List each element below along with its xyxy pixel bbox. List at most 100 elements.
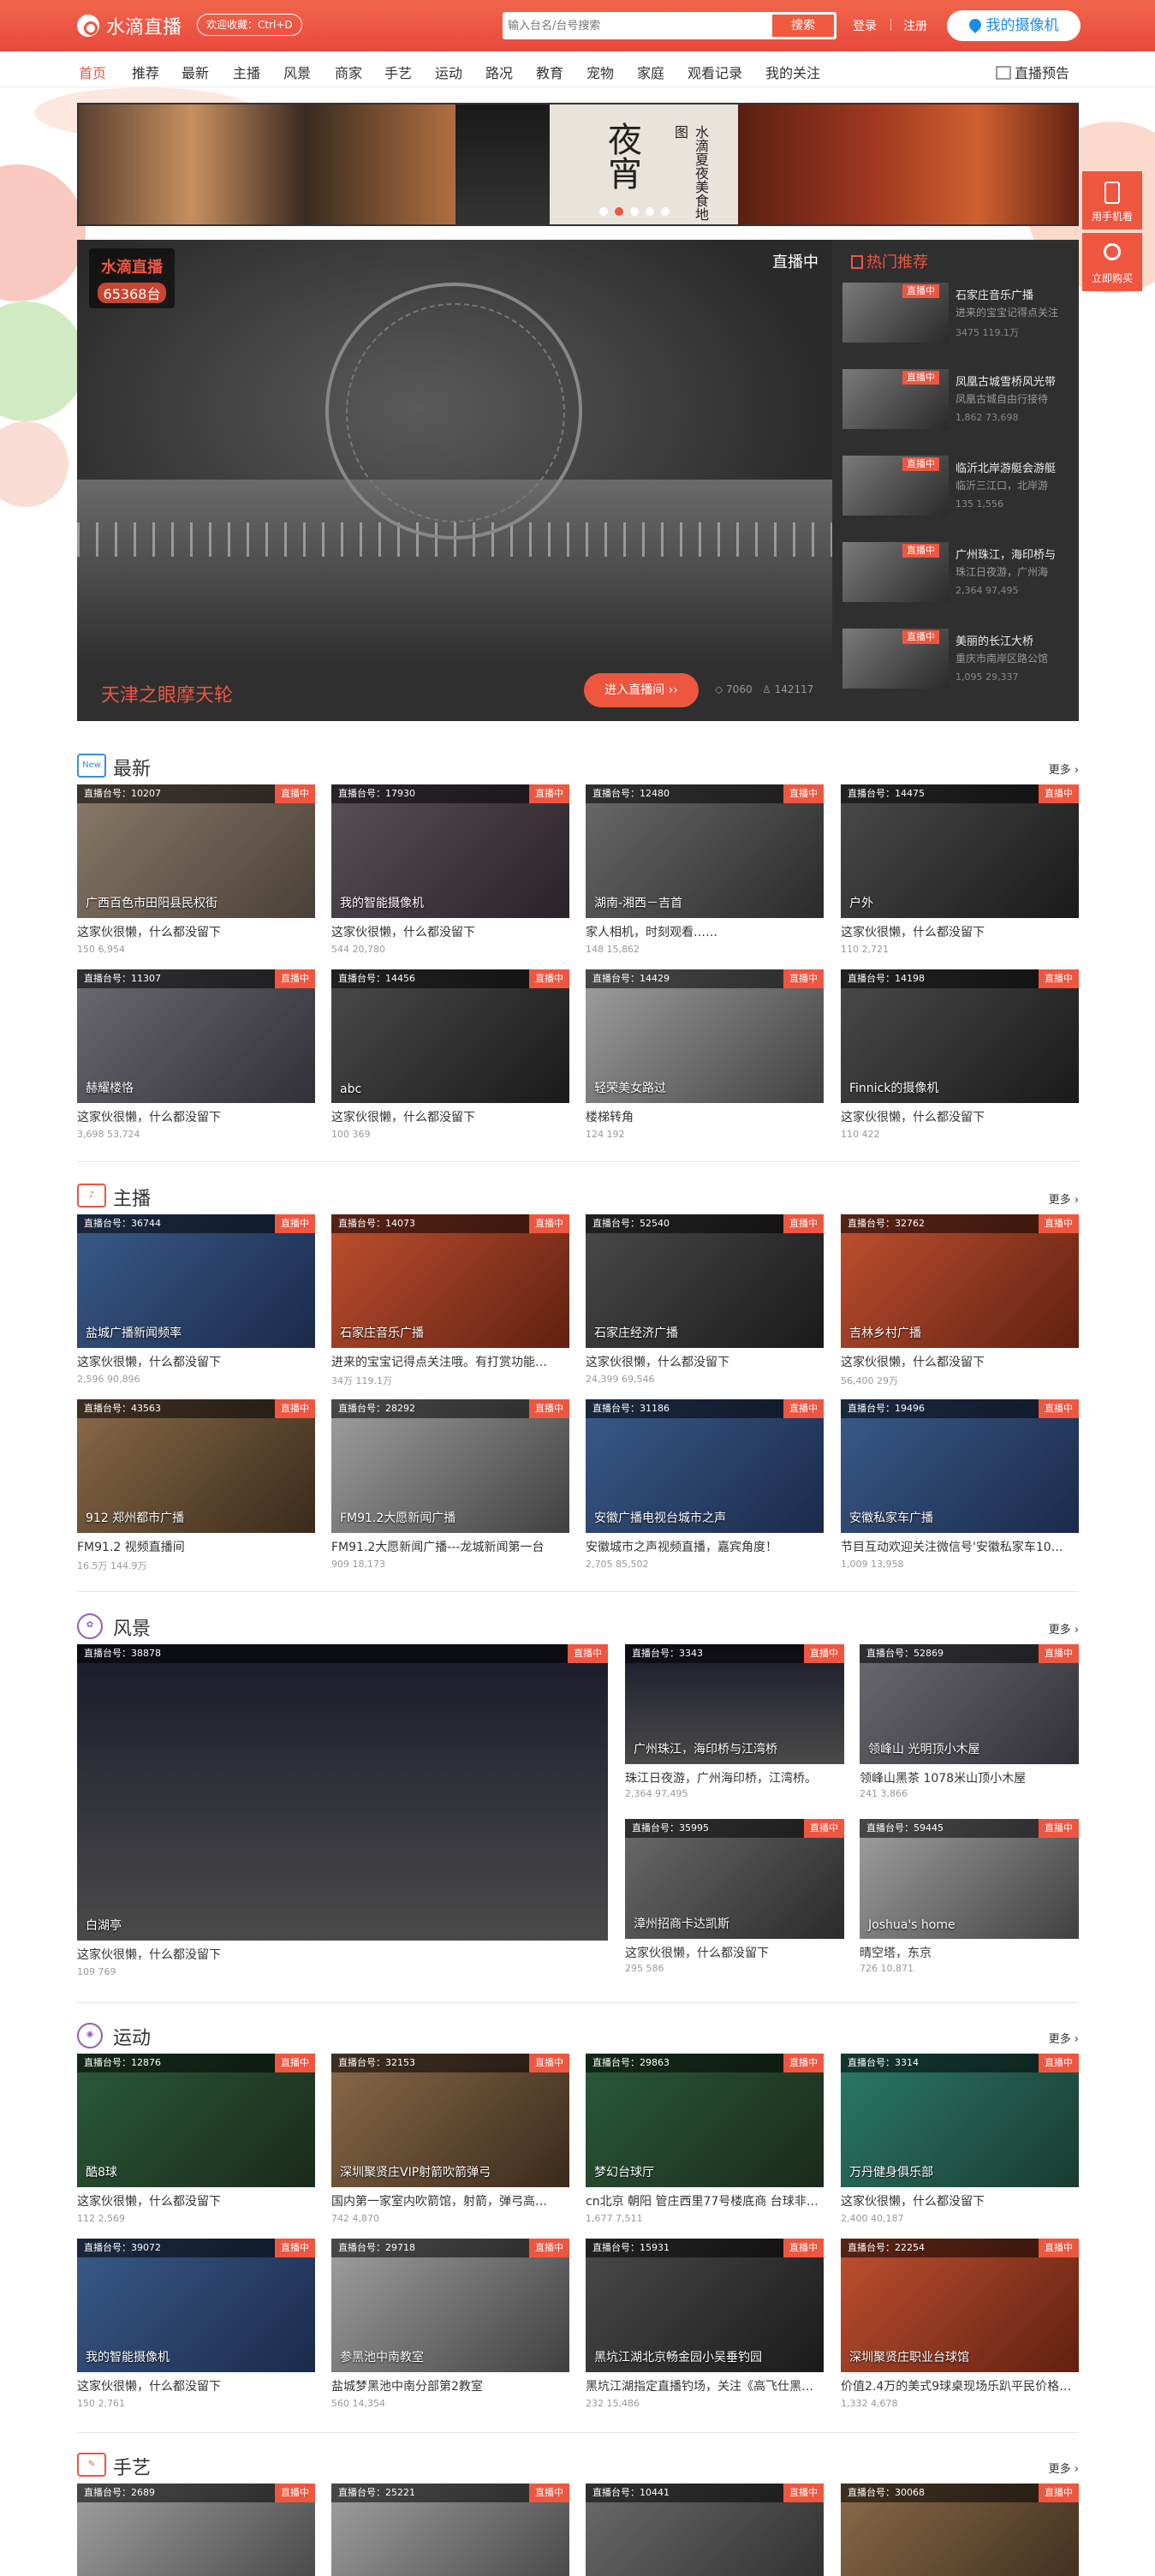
live-preview-link[interactable]: 直播预告 <box>996 62 1069 82</box>
search-button[interactable]: 搜索 <box>772 15 834 37</box>
nav-item-scenery[interactable]: 风景 <box>283 62 311 82</box>
stream-name: 安徽广播电视台城市之声 <box>594 1512 726 1525</box>
stream-thumbnail: 直播台号：2689 直播中 <box>77 2484 315 2576</box>
more-link[interactable]: 更多 › <box>1049 760 1079 777</box>
stream-thumbnail: 直播台号：52540 直播中 石家庄经济广播 <box>586 1214 824 1348</box>
stream-desc: 这家伙很懒，什么都没留下 <box>77 1948 221 1962</box>
logo[interactable]: 水滴直播 <box>77 10 182 41</box>
hot-item-stats: 3475 119.1万 <box>956 327 1019 338</box>
section-title: 手艺 <box>113 2458 152 2479</box>
live-badge: 直播中 <box>275 784 315 803</box>
nav-item-home[interactable]: 首页 <box>79 62 106 82</box>
more-link[interactable]: 更多 › <box>1049 1620 1079 1637</box>
nav-item-history[interactable]: 观看记录 <box>688 62 742 82</box>
mobile-watch-button[interactable]: 用手机看 <box>1082 171 1142 230</box>
hot-item-desc: 重庆市南岸区路公馆 <box>956 653 1049 665</box>
search-input[interactable] <box>508 15 756 37</box>
hot-item[interactable]: 直播中 凤凰古城雪桥风光带 凤凰古城自由行接待 1,862 73,698 <box>842 369 1079 443</box>
location-pin-icon <box>966 16 984 33</box>
banner-photo <box>455 104 550 224</box>
nav-item-following[interactable]: 我的关注 <box>765 62 820 82</box>
live-badge: 直播中 <box>902 284 939 298</box>
stream-desc: 这家伙很懒，什么都没留下 <box>586 1356 729 1369</box>
nav-item-craft[interactable]: 手艺 <box>384 62 412 82</box>
stream-thumbnail: 直播台号：3343 直播中 广州珠江，海印桥与江湾桥 <box>625 1644 844 1764</box>
stream-name: 酷8球 <box>86 2166 117 2179</box>
stream-thumbnail: 直播台号：52869 直播中 领峰山 光明顶小木屋 <box>860 1644 1079 1764</box>
stream-name: 我的智能摄像机 <box>86 2351 170 2364</box>
live-status: 直播中 <box>772 253 819 271</box>
section-title: 主播 <box>113 1189 152 1210</box>
stream-thumbnail: 直播台号：30068 直播中 <box>841 2484 1079 2576</box>
stream-name: 912 郑州都市广播 <box>86 1512 185 1525</box>
nav-item-pets[interactable]: 宠物 <box>586 62 614 82</box>
stream-stats: 909 18,173 <box>331 1559 385 1570</box>
stream-name: FM91.2大愿新闻广播 <box>340 1512 456 1525</box>
hot-item-title: 美丽的长江大桥 <box>956 635 1034 648</box>
featured-player[interactable]: 水滴直播 65368台 直播中 <box>77 240 832 661</box>
stream-desc: cn北京 朝阳 管庄西里77号楼底商 台球非… <box>586 2195 819 2209</box>
stream-id: 直播台号：38878 <box>77 1644 608 1663</box>
stream-desc: 领峰山黑茶 1078米山顶小木屋 <box>860 1772 1027 1786</box>
live-badge: 直播中 <box>568 1644 608 1663</box>
banner-dot-active[interactable] <box>615 207 623 216</box>
live-badge: 直播中 <box>529 2054 569 2072</box>
hot-item[interactable]: 直播中 临沂北岸游艇会游艇 临沂三江口，北岸游 135 1,556 <box>842 456 1079 529</box>
live-badge: 直播中 <box>275 1399 315 1418</box>
buy-now-button[interactable]: 立即购买 <box>1082 233 1142 291</box>
search-box: 搜索 <box>503 12 836 39</box>
stream-desc: 黑坑江湖指定直播钓场，关注《高飞仕黑… <box>586 2380 813 2394</box>
hot-item[interactable]: 直播中 美丽的长江大桥 重庆市南岸区路公馆 1,095 29,337 <box>842 629 1079 702</box>
craft-icon: ✎ <box>77 2453 106 2477</box>
banner-dot[interactable] <box>599 207 608 216</box>
promo-banner[interactable]: 夜宵 水滴夏夜美食地图 <box>77 103 1079 226</box>
section-craft: ✎ 手艺 更多 › 直播台号：2689 直播中 直播台号：25221 直播中 直播台… <box>77 2449 1079 2576</box>
nav-item-latest[interactable]: 最新 <box>182 62 209 82</box>
nav-item-sports[interactable]: 运动 <box>435 62 462 82</box>
my-camera-button[interactable]: 我的摄像机 <box>947 10 1081 41</box>
live-badge: 直播中 <box>275 969 315 988</box>
stream-thumbnail: 直播台号：38878 直播中 白湖亭 <box>77 1644 608 1941</box>
stream-stats: 2,364 97,495 <box>625 1788 688 1799</box>
favorite-hint[interactable]: 欢迎收藏：Ctrl+D <box>197 14 302 36</box>
nav-item-family[interactable]: 家庭 <box>637 62 664 82</box>
stream-thumbnail: 直播台号：11307 直播中 赫耀楼恪 <box>77 969 315 1103</box>
stream-stats: 1,332 4,678 <box>841 2398 898 2409</box>
more-link[interactable]: 更多 › <box>1049 1190 1079 1207</box>
stream-name: abc <box>340 1082 362 1096</box>
register-link[interactable]: 注册 <box>903 17 927 34</box>
live-badge: 直播中 <box>1039 1399 1079 1418</box>
stream-desc: FM91.2大愿新闻广播---龙城新闻第一台 <box>331 1541 545 1554</box>
divider <box>890 19 891 31</box>
stream-desc: FM91.2 视频直播间 <box>77 1541 185 1554</box>
login-link[interactable]: 登录 <box>853 17 877 34</box>
stream-name: 参黑池中南教室 <box>340 2351 424 2364</box>
nav-item-anchor[interactable]: 主播 <box>233 62 260 82</box>
stream-desc: 节目互动欢迎关注微信号'安徽私家车10… <box>841 1541 1063 1554</box>
enter-room-button[interactable]: 进入直播间 ›› <box>584 673 699 707</box>
hot-item[interactable]: 直播中 石家庄音乐广播 进来的宝宝记得点关注 3475 119.1万 <box>842 283 1079 356</box>
live-badge: 直播中 <box>1039 1819 1079 1838</box>
live-badge: 直播中 <box>783 2484 824 2502</box>
section-sports: ◉ 运动 更多 › 直播台号：12876 直播中 酷8球 这家伙很懒，什么都没留下 … <box>77 2019 1079 2422</box>
nav-item-merchant[interactable]: 商家 <box>335 62 362 82</box>
stream-desc: 珠江日夜游，广州海印桥，江湾桥。 <box>625 1772 817 1786</box>
ferris-wheel <box>325 283 582 540</box>
banner-dot[interactable] <box>646 207 654 216</box>
more-link[interactable]: 更多 › <box>1049 2030 1079 2046</box>
stream-stats: 2,596 90,896 <box>77 1374 140 1385</box>
nav-item-traffic[interactable]: 路况 <box>485 62 513 82</box>
more-link[interactable]: 更多 › <box>1049 2460 1079 2476</box>
stream-desc: 盐城梦黑池中南分部第2教室 <box>331 2380 483 2394</box>
stream-desc: 这家伙很懒，什么都没留下 <box>77 2380 221 2394</box>
nav-item-recommend[interactable]: 推荐 <box>132 62 159 82</box>
banner-dot[interactable] <box>630 207 639 216</box>
section-latest: New 最新 更多 › 直播台号：10207 直播中 广西百色市田阳县民权街 这家伙… <box>77 750 1079 1153</box>
hot-item[interactable]: 直播中 广州珠江，海印桥与 珠江日夜游，广州海 2,364 97,495 <box>842 542 1079 616</box>
stream-thumbnail: 直播台号：29863 直播中 梦幻台球厅 <box>586 2054 824 2187</box>
nav-item-education[interactable]: 教育 <box>536 62 563 82</box>
banner-dot[interactable] <box>661 207 670 216</box>
stream-stats: 100 369 <box>331 1129 371 1140</box>
stream-thumbnail: 直播台号：29718 直播中 参黑池中南教室 <box>331 2239 569 2372</box>
stream-name: 广州珠江，海印桥与江湾桥 <box>634 1743 777 1756</box>
